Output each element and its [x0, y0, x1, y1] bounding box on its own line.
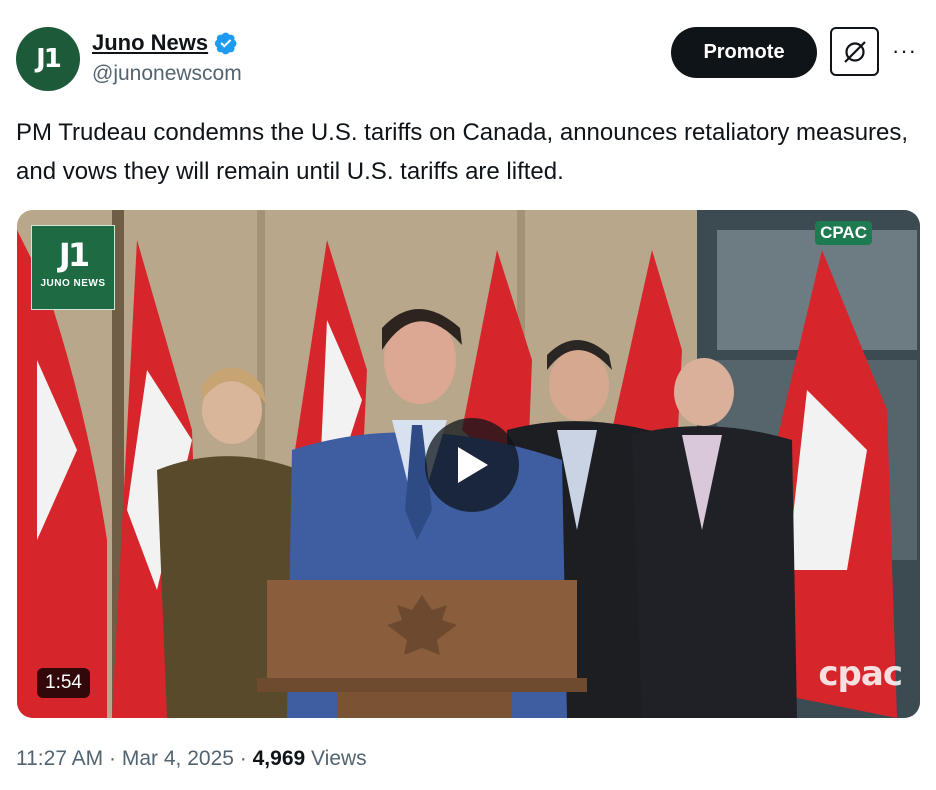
author-avatar[interactable]: J‍1: [16, 27, 80, 91]
grok-icon: [843, 40, 866, 63]
more-options-icon[interactable]: ···: [892, 38, 917, 64]
avatar-logo-text: J‍1: [36, 44, 62, 74]
promote-button[interactable]: Promote: [671, 27, 817, 78]
juno-logo-text: JUNO NEWS: [40, 278, 106, 289]
cpac-badge: CPAC: [815, 221, 872, 245]
views-label: Views: [311, 747, 367, 770]
tweet-meta: 11:27 AM · Mar 4, 2025 · 4,969 Views: [16, 747, 367, 771]
verified-badge-icon: [214, 32, 237, 55]
meta-separator: ·: [109, 747, 117, 770]
views-count[interactable]: 4,969: [253, 747, 306, 770]
play-button[interactable]: [425, 418, 519, 512]
author-display-name[interactable]: Juno News: [92, 30, 208, 56]
meta-separator: ·: [239, 747, 247, 770]
tweet-text: PM Trudeau condemns the U.S. tariffs on …: [16, 119, 909, 185]
cpac-watermark: cpac: [818, 654, 903, 694]
author-handle[interactable]: @junonewscom: [92, 62, 242, 86]
video-player[interactable]: J‍1 JUNO NEWS CPAC cpac 1:54: [17, 210, 920, 718]
author-name-row: Juno News: [92, 30, 238, 56]
video-duration: 1:54: [37, 668, 90, 698]
tweet-time[interactable]: 11:27 AM: [16, 747, 103, 770]
juno-logo-mark: J‍1: [58, 236, 90, 274]
play-icon: [458, 447, 488, 483]
juno-news-logo: J‍1 JUNO NEWS: [31, 225, 115, 310]
tweet-date[interactable]: Mar 4, 2025: [122, 747, 234, 770]
grok-button[interactable]: [830, 27, 879, 76]
